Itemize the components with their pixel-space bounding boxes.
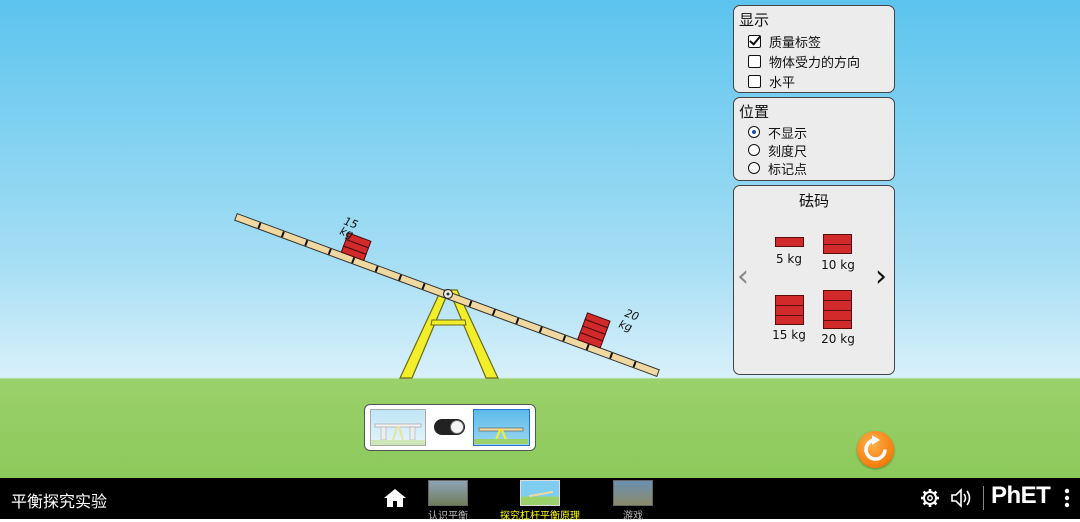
tab-game-thumbnail[interactable] bbox=[613, 480, 653, 506]
weight-15kg-label: 15 kg bbox=[772, 328, 806, 342]
carousel-prev-arrow[interactable]: ‹ bbox=[737, 262, 749, 292]
settings-gear-icon[interactable] bbox=[920, 488, 940, 508]
phet-logo[interactable]: PhET bbox=[991, 482, 1051, 510]
tab-game[interactable]: 游戏 bbox=[583, 507, 683, 522]
divider bbox=[983, 486, 984, 510]
weight-20kg-label: 20 kg bbox=[821, 332, 855, 346]
sim-title: 平衡探究实验 bbox=[11, 492, 108, 511]
radio-none[interactable]: 不显示 bbox=[748, 123, 807, 142]
tab-intro-thumbnail[interactable] bbox=[428, 480, 468, 506]
supports-off-icon[interactable] bbox=[473, 409, 530, 446]
tab-lever-thumbnail[interactable] bbox=[520, 480, 560, 506]
radio-unselected-icon[interactable] bbox=[748, 144, 760, 156]
fulcrum-support bbox=[399, 289, 499, 379]
checkbox-level[interactable]: 水平 bbox=[748, 72, 795, 91]
more-options-icon[interactable] bbox=[1064, 488, 1070, 508]
checkbox-mass-labels[interactable]: 质量标签 bbox=[748, 32, 821, 51]
reset-icon bbox=[864, 435, 887, 461]
checkbox-checked-icon[interactable] bbox=[748, 34, 761, 48]
weights-panel-title: 砝码 bbox=[798, 192, 829, 210]
radio-ruler[interactable]: 刻度尺 bbox=[748, 141, 807, 160]
checkbox-unchecked-icon[interactable] bbox=[748, 74, 761, 88]
weight-5kg[interactable] bbox=[775, 237, 804, 247]
display-panel-title: 显示 bbox=[739, 11, 770, 29]
checkbox-unchecked-icon[interactable] bbox=[748, 54, 761, 68]
position-panel: 位置 不显示 刻度尺 标记点 bbox=[733, 97, 895, 181]
checkbox-force-direction[interactable]: 物体受力的方向 bbox=[748, 52, 860, 71]
carousel-next-arrow[interactable]: › bbox=[875, 262, 887, 292]
radio-marks[interactable]: 标记点 bbox=[748, 159, 807, 178]
support-toggle-switch[interactable] bbox=[434, 419, 465, 435]
seesaw: 15 kg 20 kg bbox=[234, 187, 669, 379]
plank[interactable] bbox=[234, 187, 669, 377]
support-toggle-panel bbox=[364, 404, 536, 451]
radio-unselected-icon[interactable] bbox=[748, 162, 760, 174]
weight-10kg[interactable] bbox=[823, 234, 852, 254]
tab-lever-principle[interactable]: 探究杠杆平衡原理 bbox=[490, 507, 590, 522]
navigation-bar: 平衡探究实验 认识平衡 探究杠杆平衡原理 游戏 PhET bbox=[0, 478, 1080, 522]
weight-5kg-label: 5 kg bbox=[775, 252, 802, 266]
tab-intro[interactable]: 认识平衡 bbox=[398, 507, 498, 522]
weight-15kg[interactable] bbox=[775, 295, 804, 325]
home-icon[interactable] bbox=[383, 488, 407, 508]
reset-button[interactable] bbox=[857, 431, 894, 468]
weights-panel: 砝码 ‹ › 5 kg 10 kg 15 kg 20 kg bbox=[733, 185, 895, 375]
play-area: 15 kg 20 kg 显示 质量标签 物体受力的方向 水平 位置 不显示 刻度… bbox=[0, 0, 1080, 478]
supports-on-icon[interactable] bbox=[370, 409, 426, 446]
position-panel-title: 位置 bbox=[739, 103, 770, 121]
weight-10kg-label: 10 kg bbox=[821, 258, 855, 272]
weight-20kg[interactable] bbox=[823, 290, 852, 329]
radio-selected-icon[interactable] bbox=[748, 126, 760, 138]
sound-icon[interactable] bbox=[950, 488, 974, 508]
display-panel: 显示 质量标签 物体受力的方向 水平 bbox=[733, 5, 895, 93]
